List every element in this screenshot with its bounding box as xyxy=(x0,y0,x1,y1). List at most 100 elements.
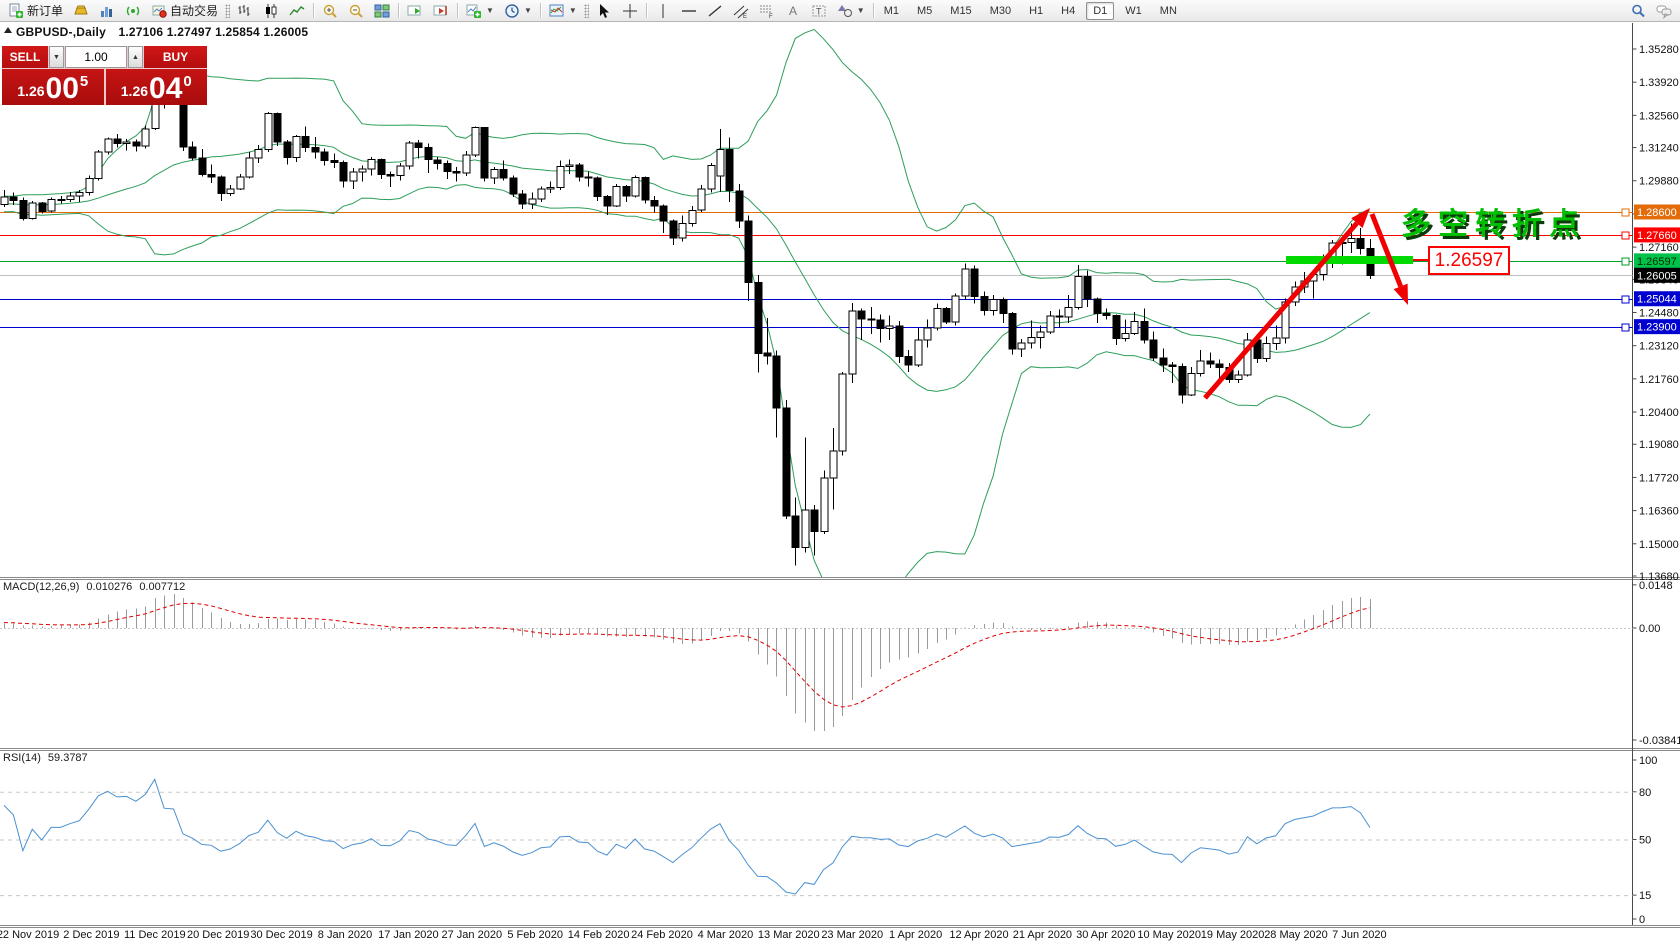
candle xyxy=(632,177,639,196)
volume-decrease-button[interactable]: ▼ xyxy=(49,46,64,68)
candle xyxy=(971,269,978,296)
candle xyxy=(519,194,526,204)
tf-button-H4[interactable]: H4 xyxy=(1054,2,1082,20)
tf-button-MN[interactable]: MN xyxy=(1153,2,1184,20)
candle xyxy=(623,186,630,196)
new-chart-icon xyxy=(466,3,482,19)
tf-button-M5[interactable]: M5 xyxy=(910,2,939,20)
tf-button-M15[interactable]: M15 xyxy=(943,2,978,20)
autotrading-button[interactable]: 自动交易 xyxy=(146,0,223,22)
line-anchor-marker xyxy=(1622,232,1629,239)
candle xyxy=(378,160,385,175)
chart-shift-button[interactable] xyxy=(428,0,454,22)
chart-canvas[interactable]: 1.352801.339201.325601.312401.298801.285… xyxy=(0,0,1680,943)
cursor-button[interactable] xyxy=(591,0,617,22)
candle xyxy=(1000,300,1007,314)
rsi-axis-label: 80 xyxy=(1639,787,1651,799)
candle xyxy=(698,189,705,210)
auto-scroll-button[interactable] xyxy=(402,0,428,22)
candle xyxy=(415,143,422,147)
chat-button[interactable] xyxy=(1651,0,1677,22)
candle xyxy=(510,178,517,194)
macd-value-main: 0.010276 xyxy=(86,581,132,593)
crosshair-button[interactable] xyxy=(617,0,643,22)
line-chart-icon xyxy=(289,3,305,19)
candle xyxy=(67,196,74,200)
candle xyxy=(1235,375,1242,379)
text-label-button[interactable]: T xyxy=(806,0,832,22)
gold-icon xyxy=(73,3,89,19)
candle xyxy=(670,221,677,238)
candle xyxy=(114,139,121,143)
text-icon: A xyxy=(785,3,801,19)
candle xyxy=(915,340,922,365)
line-chart-button[interactable] xyxy=(284,0,310,22)
zoom-in-button[interactable] xyxy=(317,0,343,22)
chevron-down-icon: ▼ xyxy=(857,6,865,15)
channel-button[interactable]: E xyxy=(728,0,754,22)
bar-chart-button[interactable] xyxy=(232,0,258,22)
new-order-button[interactable]: 新订单 xyxy=(3,0,68,22)
candle xyxy=(924,328,931,340)
trendline-icon xyxy=(707,3,723,19)
candle xyxy=(199,158,206,175)
search-button[interactable] xyxy=(1625,0,1651,22)
volume-input[interactable]: 1.00 xyxy=(65,46,127,68)
market-depth-button[interactable] xyxy=(94,0,120,22)
text-button[interactable]: A xyxy=(780,0,806,22)
one-click-collapse-icon[interactable] xyxy=(4,27,12,33)
gold-button[interactable] xyxy=(68,0,94,22)
new-chart-button[interactable]: ▼ xyxy=(461,0,499,22)
candle xyxy=(368,160,375,169)
candle xyxy=(10,197,17,200)
rsi-value: 59.3787 xyxy=(48,752,88,764)
tf-button-H1[interactable]: H1 xyxy=(1022,2,1050,20)
chinese-annotation-text[interactable]: 多空转折点 xyxy=(1401,199,1586,243)
level-price-label[interactable]: 1.26597 xyxy=(1428,246,1510,275)
fibonacci-button[interactable]: F xyxy=(754,0,780,22)
candle xyxy=(255,150,262,159)
tf-button-M30[interactable]: M30 xyxy=(983,2,1018,20)
bollinger-lower-band xyxy=(4,185,1370,600)
tf-button-W1[interactable]: W1 xyxy=(1118,2,1149,20)
candle xyxy=(48,200,55,212)
tf-button-D1[interactable]: D1 xyxy=(1086,2,1114,20)
vertical-line-button[interactable] xyxy=(650,0,676,22)
zoom-out-button[interactable] xyxy=(343,0,369,22)
templates-button[interactable]: ▼ xyxy=(544,0,582,22)
candle xyxy=(1188,374,1195,396)
date-label: 30 Dec 2019 xyxy=(250,929,312,941)
volume-increase-button[interactable]: ▲ xyxy=(128,46,143,68)
horizontal-line-button[interactable] xyxy=(676,0,702,22)
tf-button-M1[interactable]: M1 xyxy=(877,2,906,20)
candle xyxy=(642,177,649,200)
candlestick-chart-button[interactable] xyxy=(258,0,284,22)
buy-button[interactable]: BUY xyxy=(144,46,207,68)
shapes-button[interactable]: ▼ xyxy=(832,0,870,22)
trendline-button[interactable] xyxy=(702,0,728,22)
candle xyxy=(208,175,215,177)
candle xyxy=(1122,334,1129,339)
candlestick-chart-icon xyxy=(263,3,279,19)
signals-button[interactable] xyxy=(120,0,146,22)
price-tick-label: 1.16360 xyxy=(1639,506,1679,518)
price-tick-label: 1.29880 xyxy=(1639,176,1679,188)
text-label-icon: T xyxy=(811,3,827,19)
candle xyxy=(802,510,809,547)
sell-button[interactable]: SELL xyxy=(2,46,48,68)
svg-text:F: F xyxy=(769,14,773,19)
candle xyxy=(877,320,884,328)
sell-price[interactable]: 1.26 00 5 xyxy=(2,69,104,105)
candle xyxy=(1357,238,1364,248)
candle xyxy=(934,308,941,328)
date-label: 1 Apr 2020 xyxy=(889,929,942,941)
candle xyxy=(529,199,536,204)
sell-price-sup: 5 xyxy=(80,73,88,90)
tile-windows-icon xyxy=(374,3,390,19)
candle xyxy=(839,374,846,451)
date-label: 28 May 2020 xyxy=(1264,929,1328,941)
line-anchor-marker xyxy=(1622,258,1629,265)
tile-windows-button[interactable] xyxy=(369,0,395,22)
buy-price[interactable]: 1.26 04 0 xyxy=(106,69,208,105)
periods-button[interactable]: ▼ xyxy=(499,0,537,22)
